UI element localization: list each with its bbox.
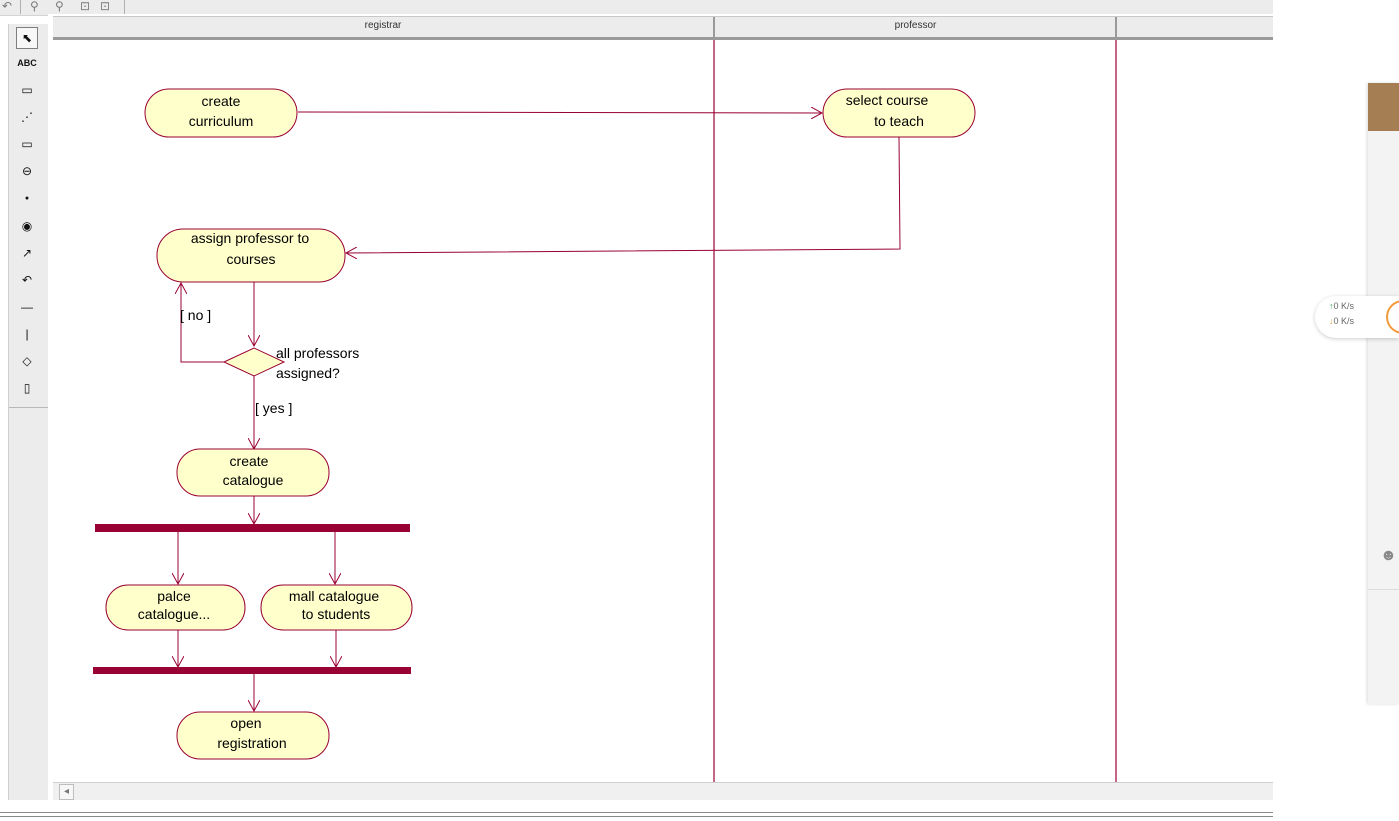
speed-ring-icon	[1386, 300, 1399, 334]
activity-label: curriculum	[189, 113, 254, 129]
transition-arrow[interactable]	[297, 112, 822, 113]
activity-label: catalogue	[223, 472, 284, 488]
window-bottom-border	[0, 812, 1273, 817]
activity-label: courses	[226, 251, 275, 267]
activity-label: open	[230, 715, 261, 731]
download-speed: ↓0 K/s	[1329, 316, 1354, 326]
transition-arrow[interactable]	[346, 136, 901, 253]
activity-label: create	[202, 93, 241, 109]
scroll-left-icon[interactable]: ◂	[59, 784, 74, 800]
download-speed-value: 0 K/s	[1333, 316, 1355, 326]
decision-diamond[interactable]	[222, 347, 286, 377]
side-panel-divider	[1368, 589, 1399, 590]
activity-label: catalogue...	[138, 606, 210, 622]
upload-speed: ↑0 K/s	[1329, 301, 1354, 311]
guard-no-label: [ no ]	[180, 307, 211, 323]
activity-label: assign professor to	[191, 230, 309, 246]
network-speed-widget[interactable]: ↑0 K/s ↓0 K/s	[1315, 296, 1399, 338]
activity-label: to students	[302, 606, 371, 622]
join-sync-bar[interactable]	[93, 667, 411, 674]
activity-label: mall catalogue	[289, 588, 379, 604]
decision-label: all professors	[276, 345, 359, 361]
activity-label: to teach	[874, 113, 924, 129]
activity-label: select course	[846, 92, 929, 108]
emoji-icon[interactable]: ☻	[1380, 547, 1397, 565]
side-panel-header	[1368, 83, 1399, 131]
activity-label: palce	[157, 588, 191, 604]
activity-diagram: create curriculum select course to teach…	[93, 40, 1117, 782]
horizontal-scrollbar[interactable]: ◂	[53, 782, 1273, 800]
decision-label: assigned?	[276, 365, 340, 381]
side-panel: ☻	[1368, 83, 1399, 704]
activity-label: registration	[217, 735, 286, 751]
guard-yes-label: [ yes ]	[255, 400, 292, 416]
fork-sync-bar[interactable]	[95, 524, 410, 532]
activity-label: create	[230, 453, 269, 469]
upload-speed-value: 0 K/s	[1333, 301, 1355, 311]
